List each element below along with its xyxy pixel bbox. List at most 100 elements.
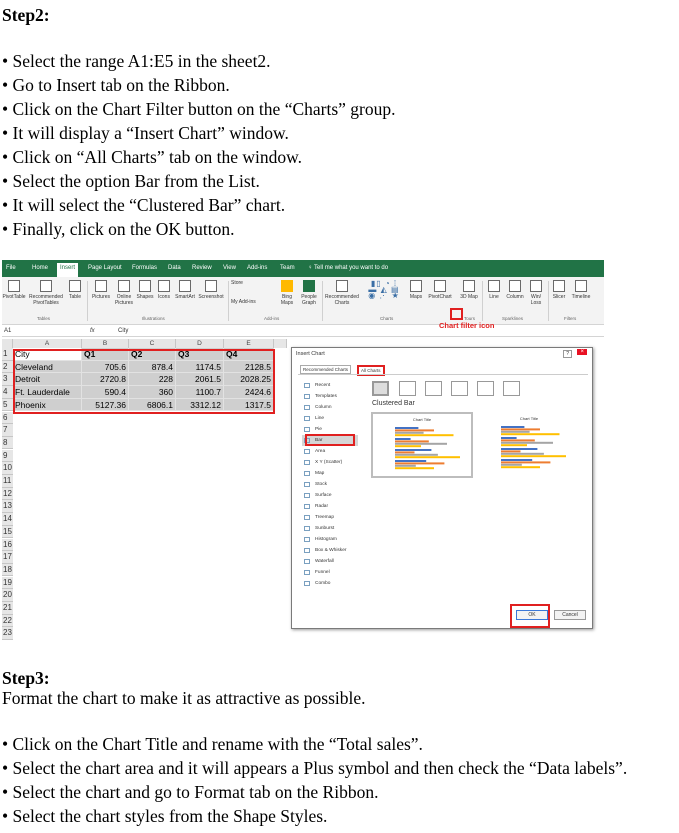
chart-preview-2[interactable]: Chart Title [478,412,580,478]
sparkline-winloss-button[interactable]: Win/ Loss [527,280,545,306]
shapes-button[interactable]: Shapes [135,280,155,300]
group-divider [228,281,229,321]
table-button[interactable]: Table [66,280,84,300]
select-all-corner[interactable] [2,339,13,348]
stacked-bar-thumbnail[interactable] [399,381,416,396]
chart-type-item[interactable]: Templates [302,391,358,402]
row-header[interactable]: 19 [2,576,13,590]
close-icon[interactable]: × [577,349,587,355]
chart-type-item[interactable]: Surface [302,490,358,501]
row-header[interactable]: 10 [2,462,13,475]
store-button[interactable]: Store [231,280,255,286]
3d-clustered-bar-thumbnail[interactable] [451,381,468,396]
3d-map-button[interactable]: 3D Map [460,280,478,300]
row-header[interactable]: 17 [2,551,13,564]
chart-type-item[interactable]: X Y (Scatter) [302,457,358,468]
row-header[interactable]: 5 [2,398,13,412]
row-header[interactable]: 8 [2,436,13,450]
column-header[interactable]: C [129,339,176,348]
chart-type-item[interactable]: Recent [302,380,358,391]
tell-me-search[interactable]: ♀ Tell me what you want to do [308,265,388,271]
100-stacked-bar-thumbnail[interactable] [425,381,442,396]
formula-input[interactable]: City [118,328,128,334]
cancel-button[interactable]: Cancel [554,610,586,620]
tab-team[interactable]: Team [280,265,295,271]
row-header[interactable]: 11 [2,475,13,488]
tab-add-ins[interactable]: Add-ins [247,265,267,271]
pictures-icon [95,280,107,292]
help-button[interactable]: ? [563,350,572,358]
column-header[interactable]: B [82,339,129,348]
chart-type-item[interactable]: Radar [302,501,358,512]
row-header[interactable]: 14 [2,513,13,526]
pivotchart-button[interactable]: PivotChart [426,280,454,300]
screenshot-button[interactable]: Screenshot [197,280,225,300]
tab-recommended-charts[interactable]: Recommended Charts [300,365,352,374]
tab-insert[interactable]: Insert [57,263,79,277]
tab-file[interactable]: File [6,265,16,271]
smartart-button[interactable]: SmartArt [173,280,197,300]
chart-filter-button-highlight[interactable] [450,308,463,320]
icons-button[interactable]: Icons [155,280,173,300]
column-header[interactable]: D [176,339,224,348]
row-header[interactable]: 9 [2,449,13,463]
row-header[interactable]: 18 [2,563,13,577]
3d-stacked-bar-thumbnail[interactable] [477,381,494,396]
my-add-ins-button[interactable]: My Add-ins [231,299,275,305]
recommended-pivottables-button[interactable]: Recommended PivotTables [28,280,64,306]
row-header[interactable]: 12 [2,487,13,501]
row-header[interactable]: 4 [2,386,13,399]
row-header[interactable]: 3 [2,373,13,386]
chart-type-item[interactable]: Sunburst [302,523,358,534]
sparkline-column-button[interactable]: Column [504,280,526,300]
people-graph-button[interactable]: People Graph [298,280,320,306]
tab-divider [298,374,588,375]
row-header[interactable]: 21 [2,602,13,615]
row-header[interactable]: 2 [2,360,13,374]
bing-maps-button[interactable]: Bing Maps [278,280,296,306]
chart-type-item[interactable]: Funnel [302,567,358,578]
column-header[interactable]: E [224,339,274,348]
slicer-button[interactable]: Slicer [550,280,568,300]
chart-type-item[interactable]: Stock [302,479,358,490]
row-header[interactable]: 13 [2,500,13,513]
row-header[interactable]: 1 [2,348,13,361]
row-header[interactable]: 23 [2,627,13,640]
chart-type-item[interactable]: Box & Whisker [302,545,358,556]
pivottable-button[interactable]: PivotTable [2,280,26,300]
clustered-bar-thumbnail[interactable] [372,381,389,396]
chart-type-gallery[interactable]: ▮▯ ◔ ⁞ ▬ ◭ ▤ ◉ ⋰ ★ [364,280,404,300]
3d-100-stacked-bar-thumbnail[interactable] [503,381,520,396]
row-header[interactable]: 6 [2,411,13,424]
tab-view[interactable]: View [223,265,236,271]
column-header[interactable] [274,339,287,348]
tab-home[interactable]: Home [32,265,48,271]
tab-data[interactable]: Data [168,265,181,271]
timeline-button[interactable]: Timeline [569,280,593,300]
row-header[interactable]: 7 [2,424,13,437]
column-header[interactable]: A [13,339,82,348]
chart-type-item[interactable]: Waterfall [302,556,358,567]
chart-type-item[interactable]: Treemap [302,512,358,523]
name-box[interactable]: A1 [4,328,11,334]
online-pictures-button[interactable]: Online Pictures [113,280,135,306]
chart-type-item[interactable]: Map [302,468,358,479]
chart-type-item[interactable]: Column [302,402,358,413]
row-header[interactable]: 15 [2,525,13,539]
pictures-button[interactable]: Pictures [90,280,112,300]
chart-type-item[interactable]: Combo [302,578,358,589]
chart-type-item[interactable]: Area [302,446,358,457]
chart-type-icon [304,581,310,586]
chart-type-item[interactable]: Histogram [302,534,358,545]
tab-review[interactable]: Review [192,265,212,271]
sparkline-line-button[interactable]: Line [485,280,503,300]
recommended-charts-button[interactable]: Recommended Charts [324,280,360,306]
row-header[interactable]: 20 [2,589,13,602]
tab-page-layout[interactable]: Page Layout [88,265,122,271]
tab-formulas[interactable]: Formulas [132,265,157,271]
maps-button[interactable]: Maps [407,280,425,300]
row-header[interactable]: 16 [2,538,13,551]
row-header[interactable]: 22 [2,614,13,628]
chart-preview-1[interactable]: Chart Title [371,412,473,478]
chart-type-item[interactable]: Line [302,413,358,424]
